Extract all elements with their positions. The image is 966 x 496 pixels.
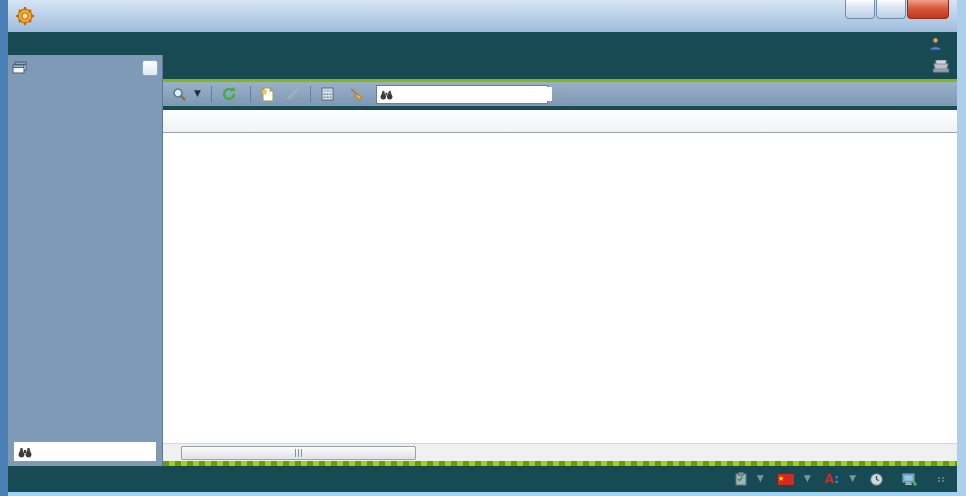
status-accent-line bbox=[163, 461, 957, 466]
toolbar-search-input[interactable] bbox=[397, 87, 552, 101]
edit-button[interactable] bbox=[283, 86, 303, 102]
clipboard-icon bbox=[735, 472, 747, 486]
status-server bbox=[902, 473, 922, 486]
font-caret-icon: ▼ bbox=[849, 474, 856, 484]
scroll-right-icon[interactable] bbox=[940, 445, 957, 461]
toolbar-separator bbox=[310, 86, 311, 102]
query-dropdown-caret-icon: ▼ bbox=[194, 89, 201, 99]
sidebar-search-box: × bbox=[13, 441, 157, 462]
resize-grip[interactable] bbox=[938, 477, 945, 482]
toolbar-separator bbox=[211, 86, 212, 102]
window-controls bbox=[844, 0, 949, 19]
grid-empty-area bbox=[163, 133, 957, 443]
restore-button[interactable] bbox=[876, 0, 906, 19]
sidebar-header bbox=[8, 55, 162, 81]
status-language-menu[interactable]: ▼ bbox=[778, 474, 811, 485]
status-task-menu[interactable]: ▼ bbox=[735, 472, 764, 486]
programs-icon bbox=[12, 61, 28, 75]
status-bar: ▼ ▼ A: ▼ bbox=[8, 466, 957, 492]
sidebar-spacer bbox=[8, 81, 162, 441]
flag-icon bbox=[778, 474, 794, 485]
toolbar-search-clear-icon[interactable]: × bbox=[553, 86, 566, 102]
horizontal-scrollbar bbox=[163, 443, 957, 461]
scroll-left-icon[interactable] bbox=[163, 445, 180, 461]
person-icon bbox=[929, 37, 942, 51]
menu-bar bbox=[8, 32, 957, 55]
minimize-button[interactable] bbox=[845, 0, 875, 19]
scrollbar-thumb[interactable] bbox=[181, 446, 416, 460]
schedule-button[interactable] bbox=[318, 86, 341, 102]
main-area: ▼ bbox=[163, 55, 957, 466]
window-bottom-border bbox=[8, 492, 957, 496]
font-icon: A: bbox=[825, 472, 839, 486]
calculator-icon bbox=[321, 87, 334, 101]
new-button[interactable] bbox=[258, 86, 278, 103]
status-font-menu[interactable]: A: ▼ bbox=[825, 472, 856, 486]
computer-icon bbox=[902, 473, 917, 486]
binoculars-icon bbox=[18, 446, 32, 458]
sidebar: × bbox=[8, 55, 163, 466]
query-button[interactable]: ▼ bbox=[169, 86, 204, 102]
printer-icon[interactable] bbox=[933, 60, 949, 73]
task-caret-icon: ▼ bbox=[757, 474, 764, 484]
clock-icon bbox=[870, 473, 883, 486]
toolbar-separator bbox=[250, 86, 251, 102]
refresh-button[interactable] bbox=[219, 86, 243, 102]
app-window: × ▼ bbox=[0, 0, 966, 496]
toolbar-search-box bbox=[376, 85, 548, 104]
user-indicator[interactable] bbox=[929, 37, 947, 51]
title-bar bbox=[8, 0, 957, 32]
refresh-icon bbox=[222, 87, 236, 101]
language-caret-icon: ▼ bbox=[804, 474, 811, 484]
app-gear-icon bbox=[16, 7, 34, 25]
toolbar: ▼ bbox=[163, 82, 957, 106]
broom-icon[interactable] bbox=[346, 86, 367, 102]
sidebar-collapse-button[interactable] bbox=[142, 60, 158, 76]
tab-strip bbox=[163, 55, 957, 79]
close-button[interactable] bbox=[907, 0, 949, 19]
magnifier-icon bbox=[172, 87, 186, 101]
binoculars-icon bbox=[380, 89, 393, 100]
grid-header bbox=[163, 110, 957, 133]
status-clock bbox=[870, 473, 888, 486]
